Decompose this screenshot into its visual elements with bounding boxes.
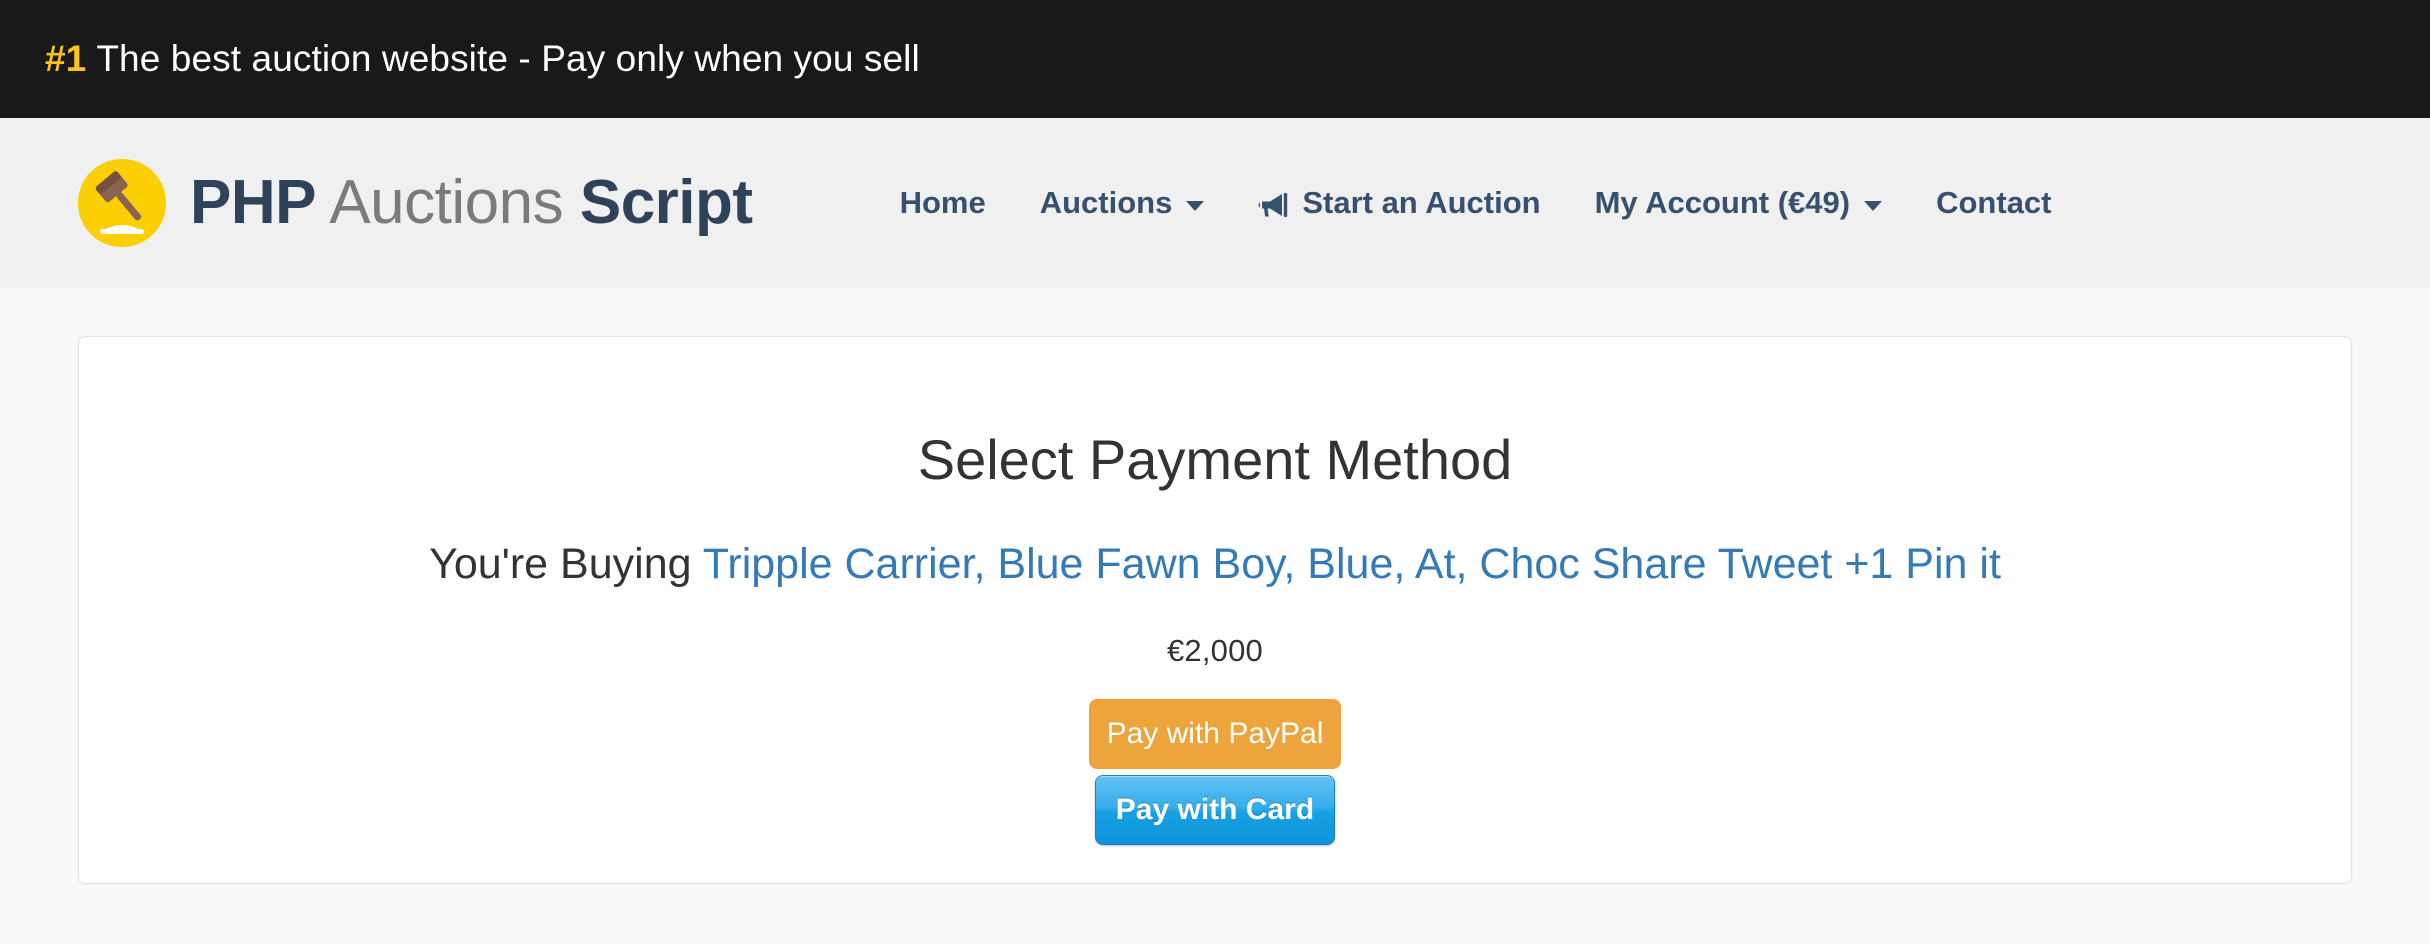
brand-part-php: PHP bbox=[190, 168, 316, 237]
brand-logo-link[interactable]: PHP Auctions Script bbox=[78, 159, 753, 247]
announcement-bar: #1 The best auction website - Pay only wh… bbox=[0, 0, 2430, 118]
bullhorn-icon bbox=[1258, 191, 1292, 219]
nav-item-contact-label: Contact bbox=[1936, 185, 2052, 220]
announcement-badge: #1 bbox=[45, 38, 87, 79]
announcement-message: The best auction website - Pay only when… bbox=[96, 38, 920, 79]
pay-with-card-button[interactable]: Pay with Card bbox=[1095, 775, 1335, 846]
nav-item-start-an-auction[interactable]: Start an Auction bbox=[1231, 171, 1567, 235]
pay-with-paypal-button[interactable]: Pay with PayPal bbox=[1089, 699, 1341, 770]
main-navigation: Home Auctions Start an Auction My Accoun… bbox=[873, 171, 2079, 235]
main-content: Select Payment Method You're Buying Trip… bbox=[0, 288, 2430, 884]
nav-item-start-an-auction-label: Start an Auction bbox=[1302, 185, 1541, 220]
nav-item-home[interactable]: Home bbox=[873, 171, 1013, 235]
nav-item-auctions-label: Auctions bbox=[1039, 185, 1173, 220]
site-header: PHP Auctions Script Home Auctions Start … bbox=[0, 118, 2430, 288]
payment-panel: Select Payment Method You're Buying Trip… bbox=[78, 336, 2352, 884]
brand-part-auctions: Auctions bbox=[329, 168, 564, 237]
page-title: Select Payment Method bbox=[917, 428, 1513, 491]
gavel-icon bbox=[78, 159, 166, 247]
nav-item-my-account-label: My Account (€49) bbox=[1594, 185, 1851, 220]
announcement-text: #1 The best auction website - Pay only wh… bbox=[45, 38, 920, 80]
item-price: €2,000 bbox=[1166, 633, 1264, 669]
buying-prefix: You're Buying bbox=[429, 539, 703, 588]
nav-item-my-account[interactable]: My Account (€49) bbox=[1568, 171, 1910, 235]
brand-part-script: Script bbox=[579, 168, 753, 237]
nav-item-auctions[interactable]: Auctions bbox=[1013, 171, 1232, 235]
payment-buttons: Pay with PayPal Pay with Card bbox=[119, 699, 2311, 846]
nav-item-home-label: Home bbox=[899, 185, 986, 220]
brand-text: PHP Auctions Script bbox=[190, 172, 753, 234]
chevron-down-icon bbox=[1186, 201, 1205, 211]
nav-item-contact[interactable]: Contact bbox=[1909, 171, 2078, 235]
chevron-down-icon bbox=[1864, 201, 1883, 211]
buying-line: You're Buying Tripple Carrier, Blue Fawn… bbox=[119, 539, 2311, 591]
auction-item-link[interactable]: Tripple Carrier, Blue Fawn Boy, Blue, At… bbox=[703, 540, 2001, 588]
